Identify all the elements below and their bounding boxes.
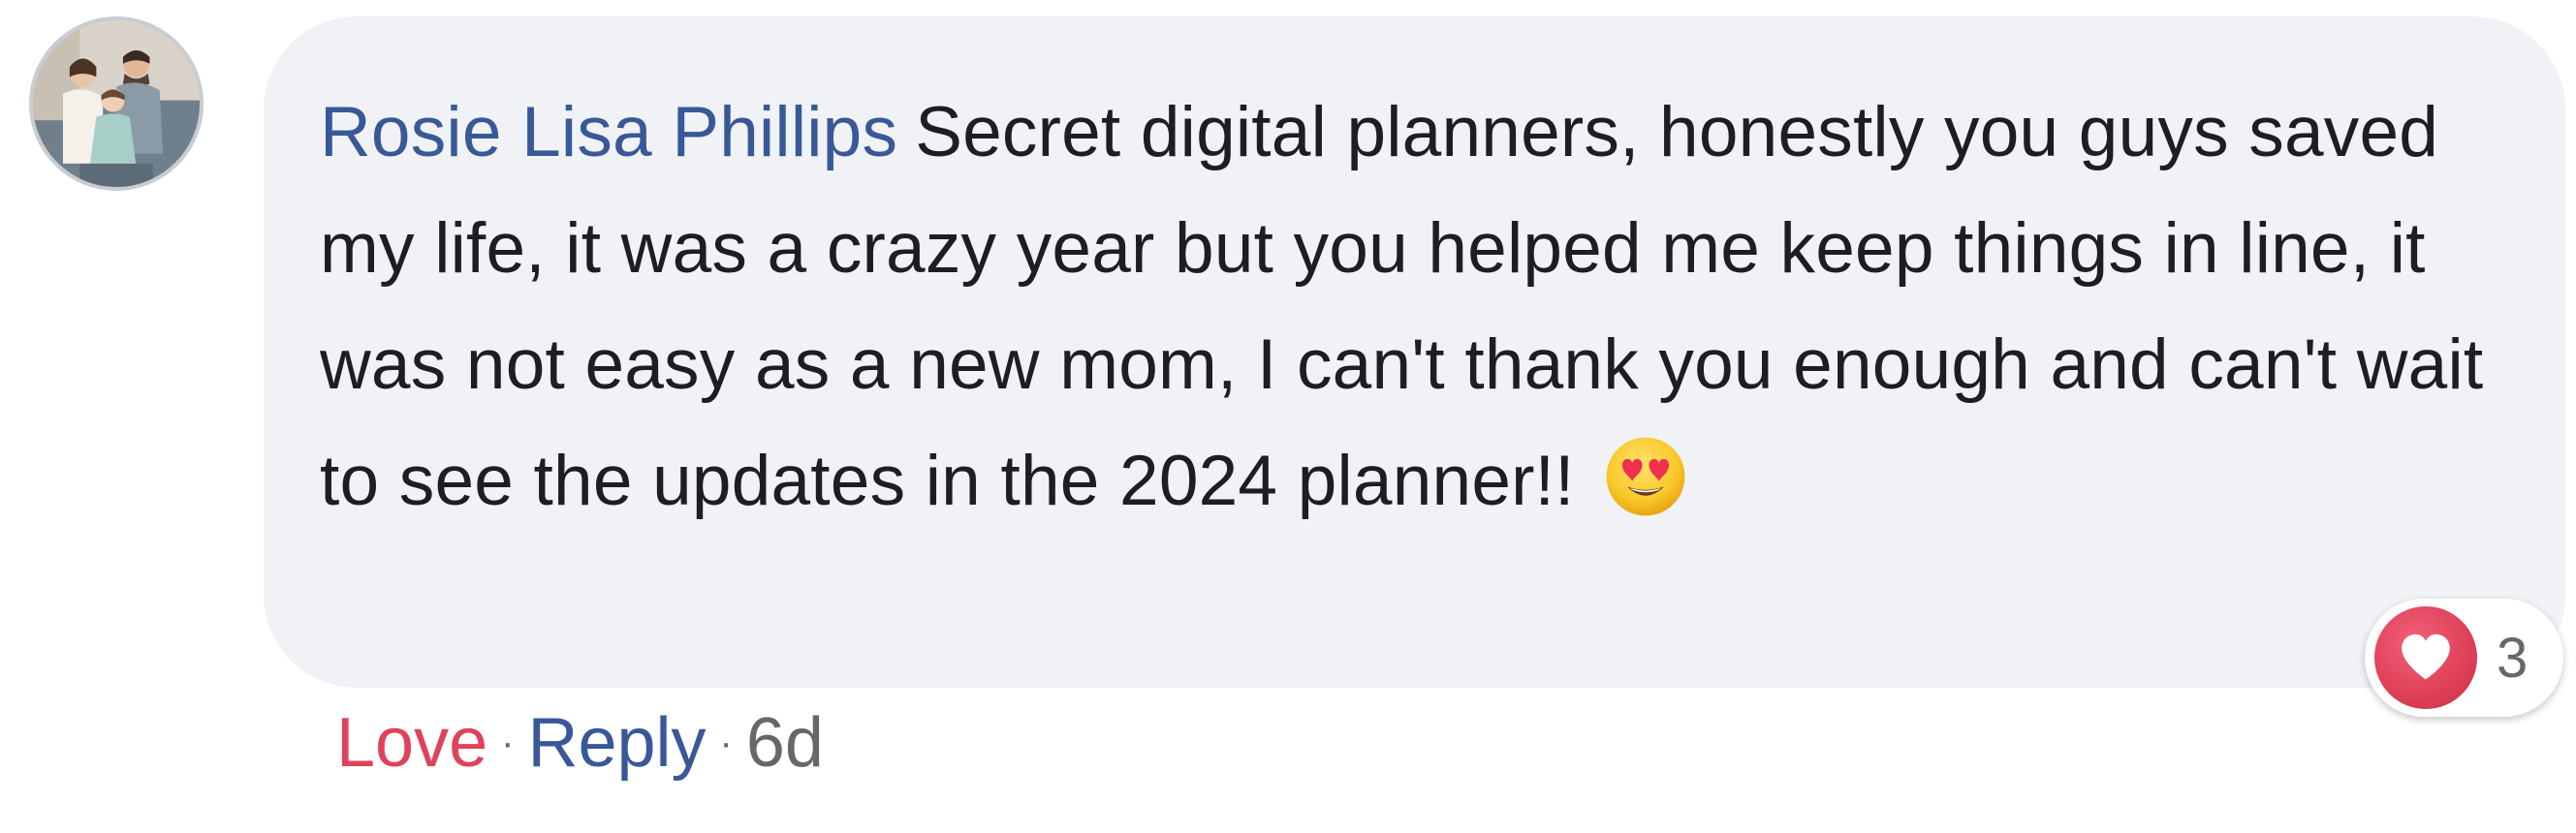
reaction-count: 3 [2497, 626, 2529, 690]
reply-button[interactable]: Reply [527, 699, 706, 787]
comment-bubble: Rosie Lisa Phillips Secret digital planne… [264, 16, 2565, 688]
comment-actions: Love · Reply · 6d [336, 699, 824, 787]
profile-photo-image [33, 20, 200, 187]
heart-icon [2374, 606, 2477, 709]
avatar[interactable] [29, 16, 204, 191]
heart-eyes-emoji-icon [1604, 435, 1687, 518]
reaction-summary[interactable]: 3 [2365, 599, 2563, 717]
love-button[interactable]: Love [336, 699, 487, 787]
separator-dot: · [501, 722, 515, 764]
author-name-link[interactable]: Rosie Lisa Phillips [320, 93, 897, 171]
separator-dot: · [719, 722, 733, 764]
comment-body: Rosie Lisa Phillips Secret digital planne… [320, 75, 2507, 540]
timestamp[interactable]: 6d [746, 699, 824, 787]
